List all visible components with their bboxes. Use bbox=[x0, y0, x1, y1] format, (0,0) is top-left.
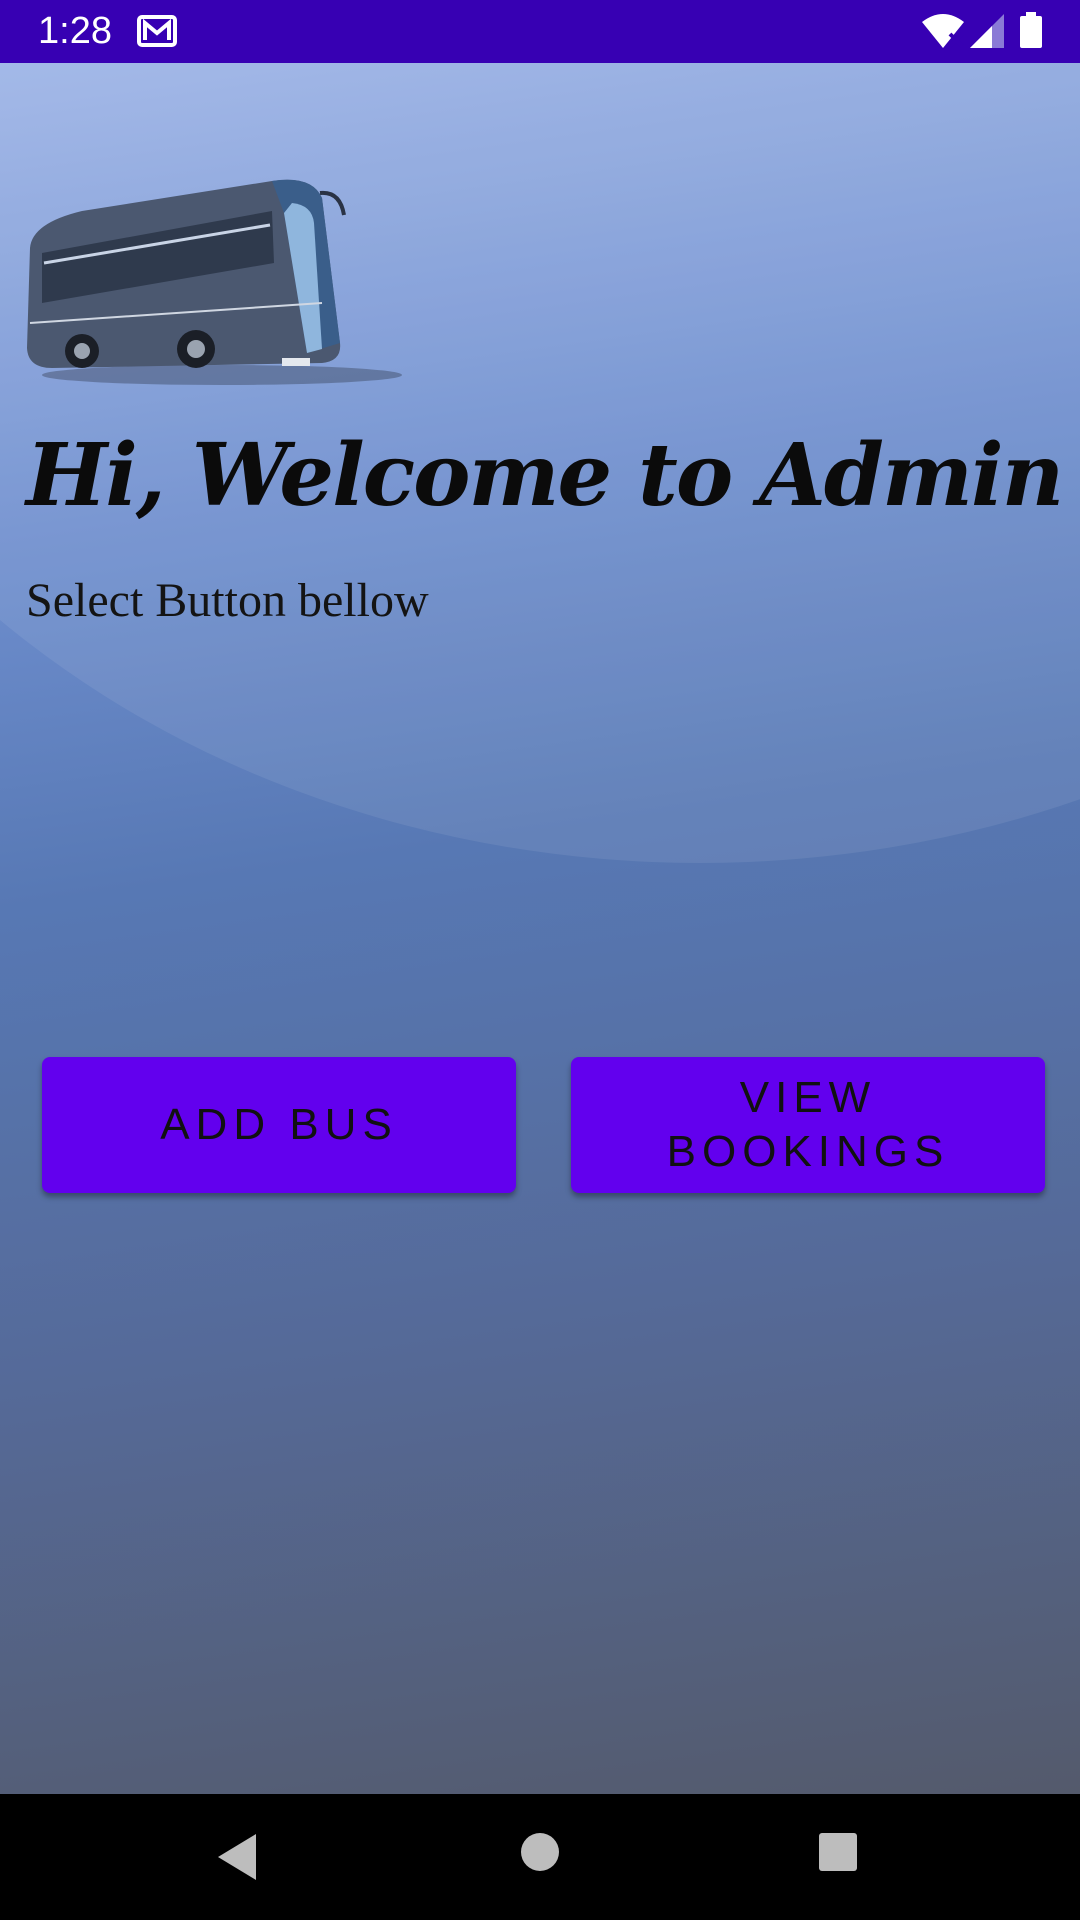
battery-icon bbox=[1020, 12, 1042, 48]
admin-screen: Hi, Welcome to Admin Panel Select Button… bbox=[0, 63, 1080, 1794]
bus-image bbox=[27, 179, 402, 385]
mail-icon bbox=[137, 15, 177, 47]
view-bookings-button[interactable]: VIEW BOOKINGS bbox=[571, 1057, 1045, 1193]
view-bookings-button-label: VIEW BOOKINGS bbox=[666, 1073, 950, 1176]
status-bar: 1:28 bbox=[0, 0, 1080, 63]
wifi-icon bbox=[922, 14, 964, 48]
recents-icon[interactable] bbox=[818, 1832, 858, 1872]
status-time: 1:28 bbox=[38, 10, 112, 52]
page-subtitle: Select Button bellow bbox=[26, 574, 429, 627]
back-icon[interactable] bbox=[216, 1832, 260, 1882]
page-title: Hi, Welcome to Admin Panel bbox=[26, 425, 1080, 526]
navigation-bar bbox=[0, 1794, 1080, 1920]
home-icon[interactable] bbox=[520, 1832, 560, 1872]
add-bus-button-label: ADD BUS bbox=[160, 1100, 398, 1149]
add-bus-button[interactable]: ADD BUS bbox=[42, 1057, 516, 1193]
signal-icon bbox=[970, 14, 1004, 48]
